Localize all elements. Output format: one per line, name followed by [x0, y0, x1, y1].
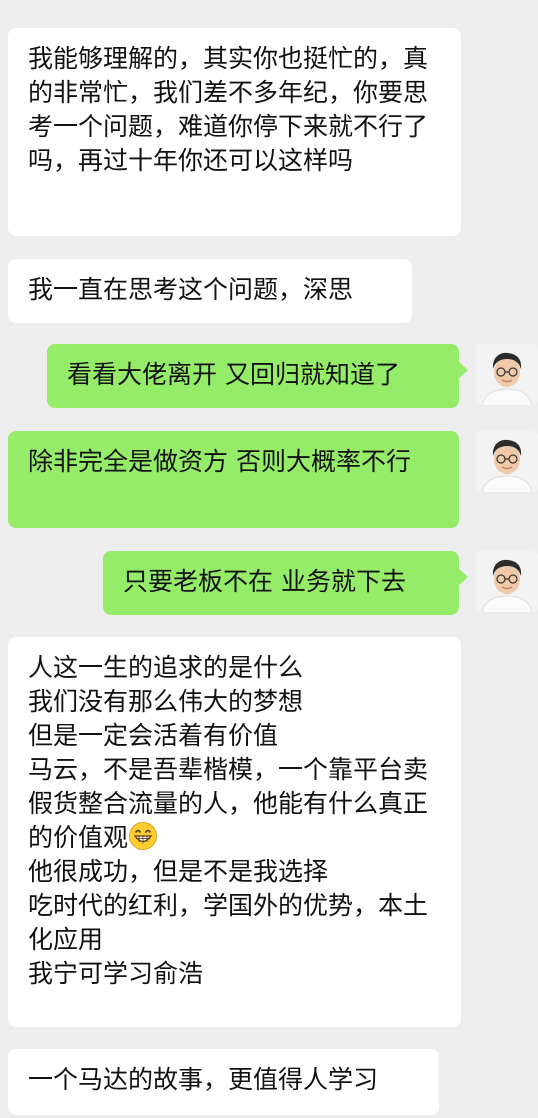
message-text: 人这一生的追求的是什么 我们没有那么伟大的梦想 但是一定会活着有价值 马云，不是…: [28, 653, 429, 852]
user-avatar[interactable]: [476, 551, 538, 613]
user-avatar[interactable]: [476, 431, 538, 493]
message-text: 他很成功，但是不是我选择 吃时代的红利，学国外的优势，本土化应用 我宁可学习俞浩: [28, 857, 429, 988]
incoming-message-bubble[interactable]: 我能够理解的，其实你也挺忙的，真的非常忙，我们差不多年纪，你要思考一个问题，难道…: [8, 28, 461, 236]
user-avatar[interactable]: [476, 344, 538, 406]
person-portrait-icon: [476, 431, 538, 493]
outgoing-message-bubble[interactable]: 只要老板不在 业务就下去: [103, 551, 468, 615]
person-portrait-icon: [476, 551, 538, 613]
grinning-face-icon: [128, 821, 158, 851]
person-portrait-icon: [476, 344, 538, 406]
incoming-message-bubble[interactable]: 一个马达的故事，更值得人学习: [8, 1049, 439, 1115]
outgoing-message-bubble[interactable]: 除非完全是做资方 否则大概率不行: [8, 431, 459, 528]
incoming-message-bubble[interactable]: 我一直在思考这个问题，深思: [8, 259, 412, 323]
incoming-message-bubble[interactable]: 人这一生的追求的是什么 我们没有那么伟大的梦想 但是一定会活着有价值 马云，不是…: [8, 637, 461, 1027]
outgoing-message-bubble[interactable]: 看看大佬离开 又回归就知道了: [47, 344, 468, 408]
